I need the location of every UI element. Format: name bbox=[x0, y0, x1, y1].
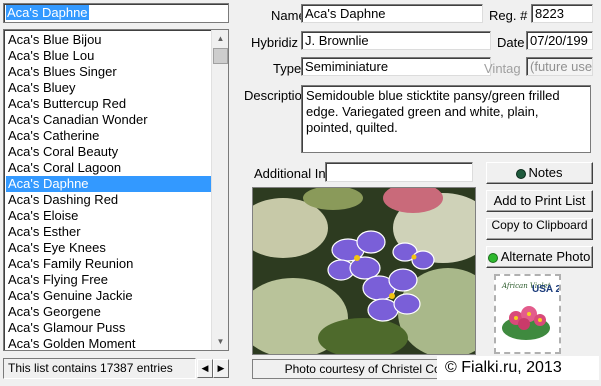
list-item[interactable]: Aca's Blues Singer bbox=[6, 64, 212, 80]
list-item[interactable]: Aca's Blue Lou bbox=[6, 48, 212, 64]
notes-button-label: Notes bbox=[528, 165, 563, 180]
name-field[interactable]: Aca's Daphne bbox=[301, 4, 483, 23]
notes-button[interactable]: Notes bbox=[486, 162, 593, 184]
list-item[interactable]: Aca's Family Reunion bbox=[6, 256, 212, 272]
alternate-photo-indicator-icon bbox=[488, 253, 497, 262]
list-item[interactable]: Aca's Genuine Jackie bbox=[6, 288, 212, 304]
type-label: Type bbox=[273, 61, 301, 76]
list-item[interactable]: Aca's Daphne bbox=[6, 176, 212, 192]
list-scrollbar[interactable]: ▲ ▼ bbox=[211, 30, 228, 350]
alternate-photo-button[interactable]: Alternate Photo bbox=[486, 246, 593, 268]
copyright-watermark: © Fialki.ru, 2013 bbox=[437, 356, 599, 380]
list-item[interactable]: Aca's Esther bbox=[6, 224, 212, 240]
search-input-value: Aca's Daphne bbox=[6, 5, 89, 20]
next-arrow-icon[interactable]: ▶ bbox=[213, 359, 229, 378]
list-item[interactable]: Aca's Eloise bbox=[6, 208, 212, 224]
list-item[interactable]: Aca's Coral Beauty bbox=[6, 144, 212, 160]
list-count-status: This list contains 17387 entries bbox=[3, 358, 196, 379]
name-label: Name bbox=[271, 8, 301, 23]
list-item[interactable]: Aca's Canadian Wonder bbox=[6, 112, 212, 128]
list-item[interactable]: Aca's Eye Knees bbox=[6, 240, 212, 256]
list-item[interactable]: Aca's Bluey bbox=[6, 80, 212, 96]
scroll-thumb[interactable] bbox=[213, 48, 228, 64]
reg-number-field[interactable]: 8223 bbox=[531, 4, 593, 23]
additional-info-field[interactable] bbox=[325, 162, 473, 182]
copy-to-clipboard-label: Copy to Clipboard bbox=[491, 218, 588, 232]
stamp-flower-icon: African Violet USA 29 bbox=[496, 276, 567, 352]
list-item[interactable]: Aca's Coral Lagoon bbox=[6, 160, 212, 176]
prev-arrow-icon[interactable]: ◀ bbox=[197, 359, 213, 378]
vintage-field: (future use bbox=[526, 57, 593, 76]
add-to-print-list-button[interactable]: Add to Print List bbox=[486, 190, 593, 212]
stamp-image: African Violet USA 29 bbox=[494, 274, 567, 354]
variety-photo[interactable] bbox=[252, 187, 476, 355]
variety-search-input[interactable]: Aca's Daphne bbox=[3, 3, 229, 23]
description-label: Descriptio bbox=[244, 88, 301, 103]
description-field[interactable]: Semidouble blue sticktite pansy/green fr… bbox=[301, 85, 591, 153]
vintage-label: Vintag bbox=[484, 61, 521, 76]
list-item[interactable]: Aca's Flying Free bbox=[6, 272, 212, 288]
hybridizer-label: Hybridiz bbox=[251, 35, 298, 50]
alternate-photo-label: Alternate Photo bbox=[500, 249, 591, 264]
list-item[interactable]: Aca's Blue Bijou bbox=[6, 32, 212, 48]
list-item[interactable]: Aca's Golden Moment bbox=[6, 336, 212, 350]
list-item[interactable]: Aca's Georgene bbox=[6, 304, 212, 320]
list-item[interactable]: Aca's Dashing Red bbox=[6, 192, 212, 208]
variety-list-items: Aca's Blue Bijou Aca's Blue Lou Aca's Blue… bbox=[6, 32, 212, 350]
variety-list[interactable]: Aca's Blue Bijou Aca's Blue Lou Aca's Blue… bbox=[3, 29, 229, 351]
hybridizer-field[interactable]: J. Brownlie bbox=[301, 31, 491, 50]
additional-info-label: Additional In bbox=[254, 166, 326, 181]
scroll-up-icon[interactable]: ▲ bbox=[212, 30, 228, 47]
list-item[interactable]: Aca's Catherine bbox=[6, 128, 212, 144]
copy-to-clipboard-button[interactable]: Copy to Clipboard bbox=[486, 218, 593, 240]
list-item[interactable]: Aca's Buttercup Red bbox=[6, 96, 212, 112]
notes-indicator-icon bbox=[516, 169, 525, 178]
type-field[interactable]: Semiminiature bbox=[301, 57, 491, 76]
violet-photo-image bbox=[253, 188, 475, 354]
list-item[interactable]: Aca's Glamour Puss bbox=[6, 320, 212, 336]
stamp-value: USA 29 bbox=[532, 284, 559, 295]
date-label: Date bbox=[497, 35, 525, 50]
reg-label: Reg. # bbox=[489, 8, 528, 23]
scroll-down-icon[interactable]: ▼ bbox=[212, 333, 228, 350]
date-field[interactable]: 07/20/199 bbox=[526, 31, 593, 50]
